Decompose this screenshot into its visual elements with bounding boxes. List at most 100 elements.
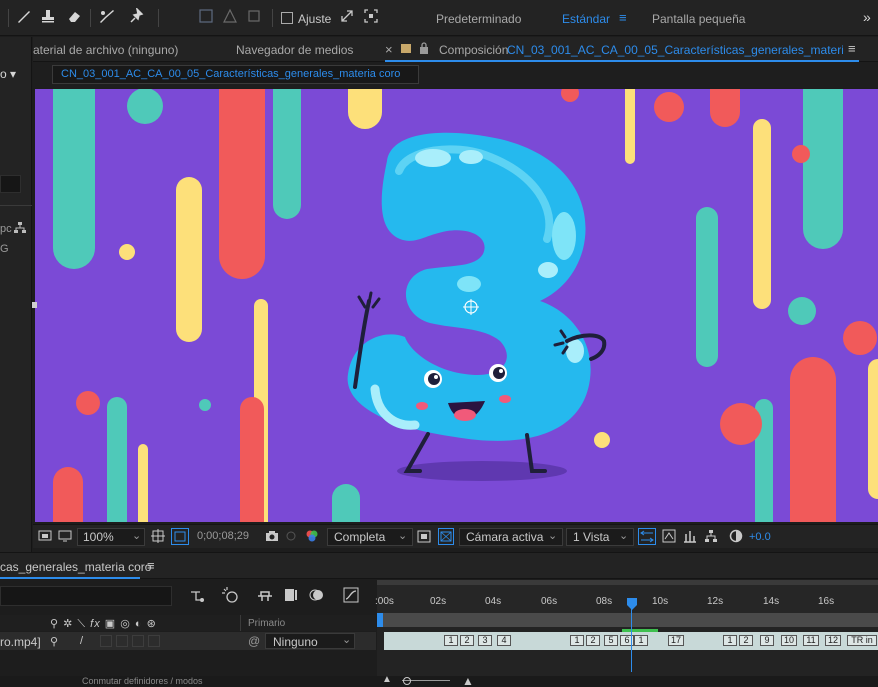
flowchart-icon[interactable] [704, 529, 718, 546]
layer-name[interactable]: ro.mp4] [0, 635, 41, 649]
parent-value: Ninguno [273, 635, 318, 649]
workspace-menu-icon[interactable]: ≡ [619, 10, 627, 25]
quality-switch-icon[interactable]: / [80, 635, 83, 647]
layer-row[interactable]: ro.mp4] ⚲ / @ Ninguno ⌄ [0, 632, 376, 650]
comp-mini-flowchart-icon[interactable] [190, 589, 206, 606]
monitor-icon[interactable] [58, 530, 72, 545]
pin-tool-icon[interactable] [220, 8, 240, 28]
zoom-value: 100% [83, 530, 114, 544]
parent-dropdown[interactable]: Ninguno ⌄ [265, 633, 355, 649]
graph-editor-icon[interactable] [343, 587, 359, 606]
comp-color-swatch [401, 44, 411, 53]
camera-icon[interactable] [265, 530, 279, 545]
work-area-bar[interactable] [381, 613, 878, 627]
tab-media-browser[interactable]: Navegador de medios [236, 43, 353, 57]
timeline-zoom-handle[interactable] [403, 677, 411, 685]
motion-blur-icon[interactable] [309, 588, 325, 605]
keyframe-marker[interactable]: 12 [825, 635, 841, 646]
eraser-icon[interactable] [64, 8, 84, 28]
pickwhip-icon[interactable]: @ [248, 634, 260, 648]
keyframe-marker[interactable]: 1 [723, 635, 737, 646]
views-dropdown[interactable]: 1 Vista ⌄ [566, 528, 634, 546]
keyframe-marker[interactable]: 3 [478, 635, 492, 646]
work-area-start-handle[interactable] [377, 613, 383, 627]
tab-composition-prefix[interactable]: Composición [439, 43, 508, 57]
stamp-icon[interactable] [38, 8, 58, 28]
keyframe-marker[interactable]: 5 [604, 635, 618, 646]
project-panel: o ▾ pc G [0, 37, 32, 552]
snap-checkbox[interactable] [281, 12, 293, 24]
region-of-interest-icon[interactable] [417, 530, 431, 546]
toggle-switches-modes[interactable]: Conmutar definidores / modos [82, 676, 203, 686]
timeline-menu-icon[interactable]: ≡ [147, 558, 155, 573]
fast-previews-icon[interactable] [662, 529, 676, 546]
resolution-dropdown[interactable]: Completa ⌄ [327, 528, 413, 546]
keyframe-marker[interactable]: TR in [847, 635, 877, 646]
keyframe-marker[interactable]: 1 [444, 635, 458, 646]
snap-grid-icon[interactable] [362, 8, 380, 28]
roto-brush-icon[interactable] [96, 8, 118, 28]
zoom-dropdown[interactable]: 100% ⌄ [77, 528, 145, 546]
brush-icon[interactable] [14, 8, 34, 28]
switch-box[interactable] [132, 635, 144, 647]
project-search-input[interactable] [0, 175, 21, 193]
keyframe-marker[interactable]: 11 [803, 635, 819, 646]
workspace-small-screen[interactable]: Pantalla pequeña [652, 12, 745, 26]
puppet-pin-icon[interactable] [126, 6, 148, 28]
timeline-search-input[interactable] [0, 586, 172, 606]
ruler-tick: 04s [485, 596, 502, 607]
switch-box[interactable] [116, 635, 128, 647]
keyframe-marker[interactable]: 4 [497, 635, 511, 646]
keyframe-marker[interactable]: 10 [781, 635, 797, 646]
keyframe-marker[interactable]: 2 [586, 635, 600, 646]
keyframe-marker[interactable]: 1 [634, 635, 648, 646]
exposure-value[interactable]: +0.0 [749, 531, 771, 543]
workspace-standard[interactable]: Estándar [562, 12, 610, 26]
switch-box[interactable] [100, 635, 112, 647]
views-value: 1 Vista [573, 530, 610, 544]
playhead-handle-icon[interactable] [626, 598, 638, 613]
timeline-tab-title[interactable]: cas_generales_materia coro [0, 560, 151, 574]
frame-blending-icon[interactable] [284, 588, 298, 605]
draft-3d-icon[interactable] [221, 587, 239, 606]
lock-icon[interactable] [419, 42, 429, 57]
keyframe-marker[interactable]: 2 [460, 635, 474, 646]
keyframe-marker[interactable]: 9 [760, 635, 774, 646]
keyframe-marker[interactable]: 1 [570, 635, 584, 646]
viewer-handle[interactable] [32, 302, 37, 308]
zoom-in-mountain-icon[interactable]: ▲ [462, 674, 474, 687]
tab-composition-name[interactable]: CN_03_001_AC_CA_00_05_Características_ge… [507, 43, 843, 57]
active-tab-underline [0, 577, 140, 579]
exposure-reset-icon[interactable] [729, 529, 743, 546]
zoom-out-mountain-icon[interactable]: ▲ [382, 674, 392, 685]
workspace-default[interactable]: Predeterminado [436, 12, 521, 26]
switch-box[interactable] [148, 635, 160, 647]
transform-icon[interactable] [244, 8, 264, 28]
comp-breadcrumb[interactable]: CN_03_001_AC_CA_00_05_Características_ge… [52, 65, 419, 84]
timeline-icon[interactable] [683, 529, 697, 546]
keyframe-marker[interactable]: 2 [739, 635, 753, 646]
title-safe-icon[interactable] [151, 529, 165, 546]
panel-menu-icon[interactable]: ≡ [848, 41, 856, 56]
camera-dropdown[interactable]: Cámara activa ⌄ [459, 528, 563, 546]
expand-icon[interactable] [338, 8, 356, 28]
flowchart-icon[interactable] [14, 222, 26, 237]
mask-visibility-icon[interactable] [171, 528, 189, 545]
timecode[interactable]: 0;00;08;29 [197, 530, 249, 542]
show-snapshot-icon[interactable] [285, 530, 297, 545]
align-icon[interactable] [196, 8, 216, 28]
ruler-tick: 02s [430, 596, 447, 607]
tab-footage[interactable]: aterial de archivo (ninguno) [33, 43, 178, 57]
shy-layers-icon[interactable] [256, 588, 274, 605]
color-channel-icon[interactable] [305, 529, 319, 546]
shy-switch-icon[interactable]: ⚲ [50, 635, 58, 648]
tab-close-icon[interactable]: × [385, 42, 393, 57]
project-item-fragment: pc [0, 223, 12, 235]
toggle-pixel-aspect-icon[interactable] [638, 528, 656, 545]
always-preview-icon[interactable] [38, 530, 52, 545]
composition-viewer[interactable] [35, 89, 878, 522]
workspace-overflow-icon[interactable]: » [863, 9, 871, 25]
transparency-grid-icon[interactable] [438, 528, 454, 545]
keyframe-marker[interactable]: 17 [668, 635, 684, 646]
project-dropdown[interactable]: o ▾ [0, 67, 16, 81]
